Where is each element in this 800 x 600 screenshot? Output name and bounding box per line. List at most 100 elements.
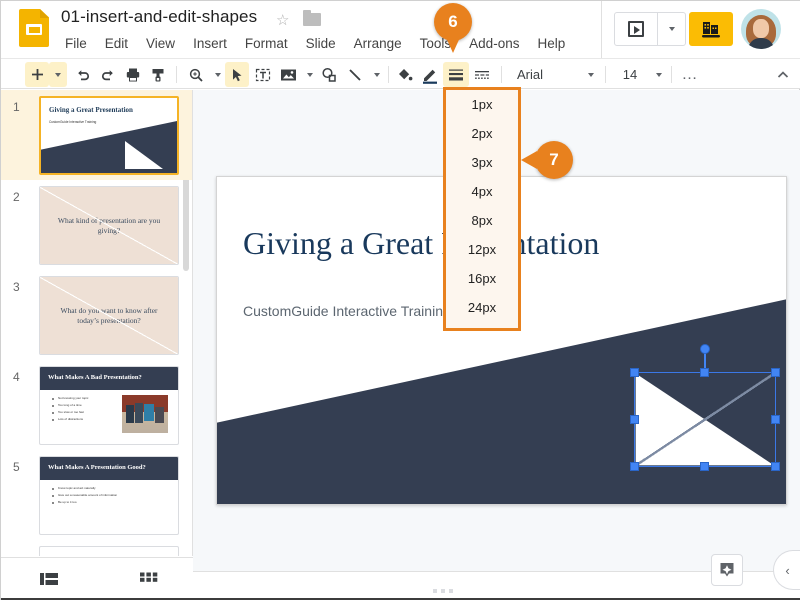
slide-thumbnail[interactable]: What Makes A Presentation Good? Know top…: [39, 456, 179, 535]
collapse-toolbar-button[interactable]: [771, 62, 795, 87]
filmstrip-slide-2[interactable]: 2 What kind of presentation are you givi…: [1, 180, 192, 270]
toolbar-separator-2: [388, 66, 389, 83]
zoom-button[interactable]: [184, 62, 208, 87]
line-button[interactable]: [343, 62, 367, 87]
callout-marker-7: 7: [535, 141, 573, 179]
thumb-bullet-list: Know topic and act naturally Give out a …: [52, 486, 117, 507]
slide-thumbnail[interactable]: What do you want to know after today’s p…: [39, 276, 179, 355]
present-dropdown-icon[interactable]: [657, 13, 685, 45]
border-weight-option-12px[interactable]: 12px: [446, 235, 518, 264]
menu-help[interactable]: Help: [528, 34, 574, 53]
thumb-question-text: What kind of presentation are you giving…: [40, 187, 178, 264]
paint-format-button[interactable]: [146, 62, 170, 87]
redo-button[interactable]: [96, 62, 120, 87]
shape-button[interactable]: [317, 62, 341, 87]
text-box-button[interactable]: [251, 62, 275, 87]
slide-filmstrip-panel[interactable]: 1 Giving a Great Presentation CustomGuid…: [1, 90, 193, 556]
filmstrip-slide-4[interactable]: 4 What Makes A Bad Presentation? Not kno…: [1, 360, 192, 450]
app-header: 01-insert-and-edit-shapes ☆ File Edit Vi…: [1, 1, 800, 58]
thumb-bullet: Too slow or too fast: [52, 410, 88, 414]
thumb-subtitle: CustomGuide Interactive Training: [49, 120, 97, 124]
font-size-select[interactable]: 14: [613, 62, 647, 87]
fill-color-button[interactable]: [393, 62, 417, 87]
resize-drag-dots[interactable]: [433, 589, 453, 593]
menu-edit[interactable]: Edit: [96, 34, 137, 53]
header-divider: [601, 1, 602, 58]
menu-slide[interactable]: Slide: [297, 34, 345, 53]
thumb-bullet: Give out a reasonable amount of informat…: [52, 493, 117, 497]
filmstrip-slide-1[interactable]: 1 Giving a Great Presentation CustomGuid…: [1, 90, 192, 180]
view-mode-bar: [1, 557, 193, 600]
menu-insert[interactable]: Insert: [184, 34, 236, 53]
explore-notes-icon[interactable]: [711, 554, 743, 586]
border-weight-option-16px[interactable]: 16px: [446, 264, 518, 293]
slide-title-text[interactable]: Giving a Great Presentation: [243, 225, 599, 262]
slide-number: 4: [13, 370, 20, 384]
thumb-bullet: Lots of distractions: [52, 417, 88, 421]
new-slide-button[interactable]: [25, 62, 49, 87]
header-left: 01-insert-and-edit-shapes ☆ File Edit Vi…: [1, 1, 601, 58]
slide-number: 3: [13, 280, 20, 294]
slide-subtitle-text[interactable]: CustomGuide Interactive Training: [243, 303, 451, 319]
resize-handle-top-center[interactable]: [700, 368, 709, 377]
menu-view[interactable]: View: [137, 34, 184, 53]
resize-handle-middle-left[interactable]: [630, 415, 639, 424]
menu-add-ons[interactable]: Add-ons: [460, 34, 528, 53]
undo-button[interactable]: [71, 62, 95, 87]
filmstrip-slide-3[interactable]: 3 What do you want to know after today’s…: [1, 270, 192, 360]
resize-handle-bottom-right[interactable]: [771, 462, 780, 471]
slide-thumbnail[interactable]: Giving a Great Presentation CustomGuide …: [39, 96, 179, 175]
thumb-photo: [122, 395, 168, 433]
font-family-dropdown-icon[interactable]: [581, 62, 601, 87]
business-profile-icon[interactable]: [689, 12, 733, 46]
star-icon[interactable]: ☆: [276, 11, 289, 29]
slide-number: 5: [13, 460, 20, 474]
main-toolbar: Arial 14 …: [1, 58, 800, 90]
canvas-bottom-strip: [193, 571, 800, 600]
border-color-button[interactable]: [417, 62, 443, 87]
thumb-bullet-list: Not knowing your topic Too long of a tim…: [52, 396, 88, 424]
menu-format[interactable]: Format: [236, 34, 297, 53]
toolbar-separator: [176, 66, 177, 83]
slide-number: 1: [13, 100, 20, 114]
font-size-dropdown-icon[interactable]: [649, 62, 669, 87]
new-slide-dropdown-icon[interactable]: [49, 62, 67, 87]
move-to-folder-icon[interactable]: [303, 10, 321, 26]
border-weight-option-8px[interactable]: 8px: [446, 206, 518, 235]
insert-image-button[interactable]: [276, 62, 300, 87]
grid-view-icon[interactable]: [136, 568, 162, 590]
document-title[interactable]: 01-insert-and-edit-shapes: [61, 7, 257, 27]
thumb-title: What Makes A Presentation Good?: [48, 464, 146, 471]
slide-thumbnail[interactable]: What Makes A Bad Presentation? Not knowi…: [39, 366, 179, 445]
slide-thumbnail[interactable]: What kind of presentation are you giving…: [39, 186, 179, 265]
border-weight-option-3px[interactable]: 3px: [446, 148, 518, 177]
slide-thumbnail[interactable]: [39, 546, 179, 556]
present-button[interactable]: [615, 13, 657, 45]
border-weight-button[interactable]: [443, 62, 469, 87]
filmstrip-view-icon[interactable]: [36, 568, 62, 590]
border-weight-option-1px[interactable]: 1px: [446, 90, 518, 119]
resize-handle-bottom-left[interactable]: [630, 462, 639, 471]
filmstrip-slide-6-partial[interactable]: [1, 540, 192, 556]
thumb-title: Giving a Great Presentation: [49, 106, 133, 114]
resize-handle-top-left[interactable]: [630, 368, 639, 377]
border-weight-option-2px[interactable]: 2px: [446, 119, 518, 148]
more-options-button[interactable]: …: [677, 62, 703, 87]
filmstrip-slide-5[interactable]: 5 What Makes A Presentation Good? Know t…: [1, 450, 192, 540]
resize-handle-middle-right[interactable]: [771, 415, 780, 424]
resize-handle-bottom-center[interactable]: [700, 462, 709, 471]
menu-arrange[interactable]: Arrange: [345, 34, 411, 53]
border-dash-button[interactable]: [469, 62, 495, 87]
callout-marker-6: 6: [434, 3, 472, 41]
resize-handle-top-right[interactable]: [771, 368, 780, 377]
print-button[interactable]: [121, 62, 145, 87]
border-weight-dropdown-menu[interactable]: 1px 2px 3px 4px 8px 12px 16px 24px: [443, 87, 521, 331]
border-weight-option-4px[interactable]: 4px: [446, 177, 518, 206]
line-dropdown-icon[interactable]: [368, 62, 386, 87]
font-family-select[interactable]: Arial: [509, 62, 587, 87]
select-tool-button[interactable]: [225, 62, 249, 87]
menu-file[interactable]: File: [61, 34, 96, 53]
rotation-handle[interactable]: [700, 344, 710, 354]
border-weight-option-24px[interactable]: 24px: [446, 293, 518, 322]
user-avatar[interactable]: [741, 9, 781, 49]
